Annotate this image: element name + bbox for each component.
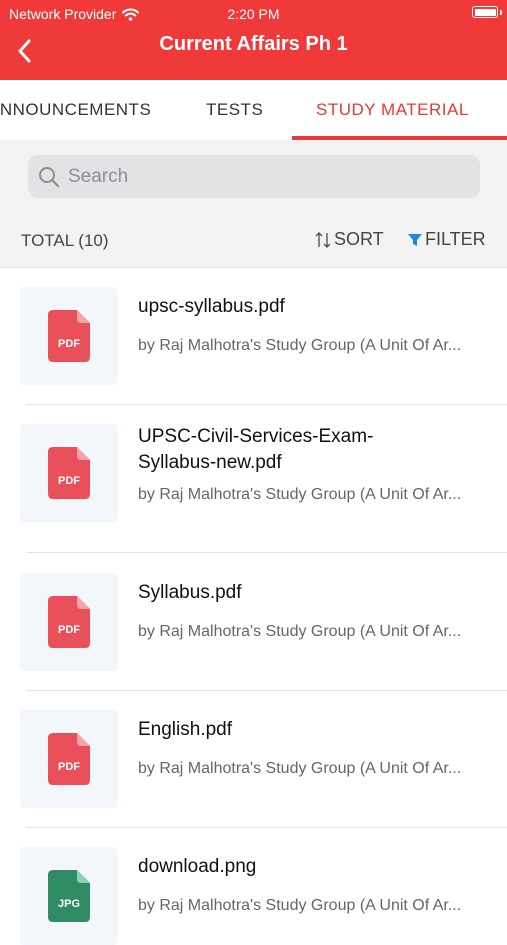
filter-label: FILTER [425, 229, 486, 249]
file-name: download.png [138, 856, 257, 877]
app-header: Network Provider 2:20 PM Current Affairs… [0, 0, 507, 80]
file-thumbnail: PDF [20, 424, 118, 522]
status-time: 2:20 PM [227, 6, 280, 22]
battery-icon [472, 6, 498, 18]
file-type-label: PDF [58, 761, 80, 773]
pdf-file-icon: PDF [48, 733, 90, 785]
tab-study-material[interactable]: STUDY MATERIAL [316, 80, 469, 140]
file-name: upsc-syllabus.pdf [138, 296, 285, 317]
file-name: UPSC-Civil-Services-Exam-Syllabus-new.pd… [138, 426, 374, 473]
divider [26, 690, 507, 691]
search-bar [28, 155, 480, 198]
file-thumbnail: PDF [20, 287, 118, 385]
divider [26, 404, 507, 405]
file-thumbnail: PDF [20, 710, 118, 808]
pdf-file-icon: PDF [48, 596, 90, 648]
file-type-label: PDF [58, 338, 80, 350]
file-owner: by Raj Malhotra's Study Group (A Unit Of… [138, 486, 462, 503]
battery-tip [500, 10, 502, 15]
divider [26, 552, 507, 553]
pdf-file-icon: PDF [48, 447, 90, 499]
file-thumbnail: JPG [20, 847, 118, 945]
file-owner: by Raj Malhotra's Study Group (A Unit Of… [138, 337, 462, 354]
sort-icon [315, 231, 331, 248]
file-type-label: PDF [58, 475, 80, 487]
tab-bar: ANNOUNCEMENTS TESTS STUDY MATERIAL [0, 80, 507, 140]
tab-announcements[interactable]: ANNOUNCEMENTS [0, 80, 151, 140]
sort-label: SORT [334, 229, 384, 249]
search-icon [39, 166, 60, 187]
file-type-label: PDF [58, 624, 80, 636]
file-owner: by Raj Malhotra's Study Group (A Unit Of… [138, 623, 462, 640]
divider [26, 827, 507, 828]
search-input[interactable] [66, 164, 450, 189]
image-file-icon: JPG [48, 870, 90, 922]
sort-button[interactable]: SORT [314, 229, 384, 250]
tab-tests[interactable]: TESTS [206, 80, 263, 140]
filter-icon [408, 233, 422, 246]
file-owner: by Raj Malhotra's Study Group (A Unit Of… [138, 760, 462, 777]
file-name: English.pdf [138, 719, 233, 740]
search-filter-area: TOTAL (10) SORT FILTER [0, 140, 507, 268]
total-count: TOTAL (10) [21, 231, 109, 250]
file-thumbnail: PDF [20, 573, 118, 671]
page-title: Current Affairs Ph 1 [159, 33, 348, 55]
filter-button[interactable]: FILTER [407, 229, 486, 250]
pdf-file-icon: PDF [48, 310, 90, 362]
file-name: Syllabus.pdf [138, 582, 242, 603]
